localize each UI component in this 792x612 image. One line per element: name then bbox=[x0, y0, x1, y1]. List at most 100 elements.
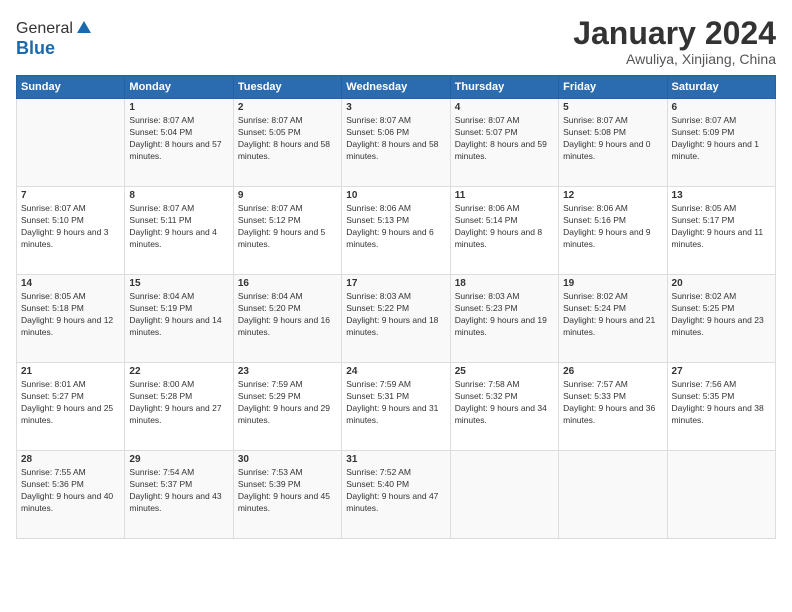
calendar-cell: 5Sunrise: 8:07 AMSunset: 5:08 PMDaylight… bbox=[559, 99, 667, 187]
week-row-4: 21 Sunrise: 8:01 AMSunset: 5:27 PMDayligh… bbox=[17, 363, 776, 451]
day-number: 9 bbox=[238, 190, 337, 201]
month-title: January 2024 bbox=[573, 16, 776, 51]
week-row-5: 28Sunrise: 7:55 AMSunset: 5:36 PMDayligh… bbox=[17, 451, 776, 539]
logo-icon bbox=[75, 19, 93, 37]
calendar-table: SundayMondayTuesdayWednesdayThursdayFrid… bbox=[16, 75, 776, 539]
weekday-header-friday: Friday bbox=[559, 76, 667, 99]
calendar-cell: 12Sunrise: 8:06 AMSunset: 5:16 PMDayligh… bbox=[559, 187, 667, 275]
day-info: Sunrise: 7:53 AMSunset: 5:39 PMDaylight:… bbox=[238, 467, 337, 515]
day-number: 11 bbox=[455, 190, 554, 201]
logo-general-text: General bbox=[16, 20, 73, 38]
calendar-cell: 2 Sunrise: 8:07 AMSunset: 5:05 PMDaylight… bbox=[233, 99, 341, 187]
day-info: Sunrise: 8:07 AMSunset: 5:04 PMDaylight:… bbox=[129, 115, 228, 163]
calendar-cell: 25Sunrise: 7:58 AMSunset: 5:32 PMDayligh… bbox=[450, 363, 558, 451]
calendar-cell: 13 Sunrise: 8:05 AMSunset: 5:17 PMDayligh… bbox=[667, 187, 775, 275]
calendar-cell: 14 Sunrise: 8:05 AMSunset: 5:18 PMDayligh… bbox=[17, 275, 125, 363]
week-row-2: 7Sunrise: 8:07 AMSunset: 5:10 PMDaylight… bbox=[17, 187, 776, 275]
calendar-cell: 28Sunrise: 7:55 AMSunset: 5:36 PMDayligh… bbox=[17, 451, 125, 539]
calendar-cell: 21 Sunrise: 8:01 AMSunset: 5:27 PMDayligh… bbox=[17, 363, 125, 451]
week-row-3: 14 Sunrise: 8:05 AMSunset: 5:18 PMDayligh… bbox=[17, 275, 776, 363]
calendar-cell bbox=[450, 451, 558, 539]
day-number: 19 bbox=[563, 278, 662, 289]
day-info: Sunrise: 8:05 AMSunset: 5:17 PMDaylight:… bbox=[672, 203, 771, 251]
day-info: Sunrise: 8:03 AMSunset: 5:23 PMDaylight:… bbox=[455, 291, 554, 339]
day-number: 21 bbox=[21, 366, 120, 377]
calendar-cell: 11 Sunrise: 8:06 AMSunset: 5:14 PMDayligh… bbox=[450, 187, 558, 275]
day-info: Sunrise: 7:58 AMSunset: 5:32 PMDaylight:… bbox=[455, 379, 554, 427]
day-number: 10 bbox=[346, 190, 445, 201]
calendar-cell: 20Sunrise: 8:02 AMSunset: 5:25 PMDayligh… bbox=[667, 275, 775, 363]
day-info: Sunrise: 8:07 AMSunset: 5:05 PMDaylight:… bbox=[238, 115, 337, 163]
day-number: 15 bbox=[129, 278, 228, 289]
day-info: Sunrise: 8:07 AMSunset: 5:06 PMDaylight:… bbox=[346, 115, 445, 163]
day-info: Sunrise: 8:07 AMSunset: 5:07 PMDaylight:… bbox=[455, 115, 554, 163]
weekday-header-saturday: Saturday bbox=[667, 76, 775, 99]
day-info: Sunrise: 8:01 AMSunset: 5:27 PMDaylight:… bbox=[21, 379, 120, 427]
calendar-cell: 26 Sunrise: 7:57 AMSunset: 5:33 PMDayligh… bbox=[559, 363, 667, 451]
calendar-cell: 16 Sunrise: 8:04 AMSunset: 5:20 PMDayligh… bbox=[233, 275, 341, 363]
calendar-cell bbox=[17, 99, 125, 187]
day-number: 29 bbox=[129, 454, 228, 465]
calendar-cell: 7Sunrise: 8:07 AMSunset: 5:10 PMDaylight… bbox=[17, 187, 125, 275]
calendar-cell: 3 Sunrise: 8:07 AMSunset: 5:06 PMDaylight… bbox=[342, 99, 450, 187]
day-number: 27 bbox=[672, 366, 771, 377]
day-info: Sunrise: 8:03 AMSunset: 5:22 PMDaylight:… bbox=[346, 291, 445, 339]
day-number: 20 bbox=[672, 278, 771, 289]
weekday-header-tuesday: Tuesday bbox=[233, 76, 341, 99]
day-info: Sunrise: 7:57 AMSunset: 5:33 PMDaylight:… bbox=[563, 379, 662, 427]
day-info: Sunrise: 8:04 AMSunset: 5:20 PMDaylight:… bbox=[238, 291, 337, 339]
day-number: 2 bbox=[238, 102, 337, 113]
calendar-cell: 22 Sunrise: 8:00 AMSunset: 5:28 PMDayligh… bbox=[125, 363, 233, 451]
calendar-cell: 24Sunrise: 7:59 AMSunset: 5:31 PMDayligh… bbox=[342, 363, 450, 451]
day-number: 13 bbox=[672, 190, 771, 201]
day-number: 26 bbox=[563, 366, 662, 377]
weekday-header-sunday: Sunday bbox=[17, 76, 125, 99]
day-info: Sunrise: 7:54 AMSunset: 5:37 PMDaylight:… bbox=[129, 467, 228, 515]
day-number: 8 bbox=[129, 190, 228, 201]
day-number: 18 bbox=[455, 278, 554, 289]
calendar-cell: 1 Sunrise: 8:07 AMSunset: 5:04 PMDaylight… bbox=[125, 99, 233, 187]
logo-blue-text: Blue bbox=[16, 38, 55, 58]
day-info: Sunrise: 7:59 AMSunset: 5:29 PMDaylight:… bbox=[238, 379, 337, 427]
day-info: Sunrise: 8:04 AMSunset: 5:19 PMDaylight:… bbox=[129, 291, 228, 339]
calendar-cell: 27Sunrise: 7:56 AMSunset: 5:35 PMDayligh… bbox=[667, 363, 775, 451]
day-info: Sunrise: 8:00 AMSunset: 5:28 PMDaylight:… bbox=[129, 379, 228, 427]
day-info: Sunrise: 8:07 AMSunset: 5:10 PMDaylight:… bbox=[21, 203, 120, 251]
day-number: 12 bbox=[563, 190, 662, 201]
calendar-cell: 15 Sunrise: 8:04 AMSunset: 5:19 PMDayligh… bbox=[125, 275, 233, 363]
day-number: 28 bbox=[21, 454, 120, 465]
calendar-cell bbox=[559, 451, 667, 539]
day-number: 3 bbox=[346, 102, 445, 113]
day-info: Sunrise: 8:05 AMSunset: 5:18 PMDaylight:… bbox=[21, 291, 120, 339]
logo: General Blue bbox=[16, 20, 93, 59]
day-number: 16 bbox=[238, 278, 337, 289]
day-number: 4 bbox=[455, 102, 554, 113]
day-number: 14 bbox=[21, 278, 120, 289]
calendar-cell: 4 Sunrise: 8:07 AMSunset: 5:07 PMDaylight… bbox=[450, 99, 558, 187]
day-number: 31 bbox=[346, 454, 445, 465]
calendar-cell: 30Sunrise: 7:53 AMSunset: 5:39 PMDayligh… bbox=[233, 451, 341, 539]
day-info: Sunrise: 8:06 AMSunset: 5:13 PMDaylight:… bbox=[346, 203, 445, 251]
day-info: Sunrise: 8:07 AMSunset: 5:12 PMDaylight:… bbox=[238, 203, 337, 251]
day-info: Sunrise: 7:59 AMSunset: 5:31 PMDaylight:… bbox=[346, 379, 445, 427]
calendar-cell: 29 Sunrise: 7:54 AMSunset: 5:37 PMDayligh… bbox=[125, 451, 233, 539]
day-number: 23 bbox=[238, 366, 337, 377]
page: General Blue January 2024 Awuliya, Xinji… bbox=[0, 0, 792, 612]
day-number: 5 bbox=[563, 102, 662, 113]
title-section: January 2024 Awuliya, Xinjiang, China bbox=[573, 16, 776, 67]
calendar-cell bbox=[667, 451, 775, 539]
calendar-cell: 6Sunrise: 8:07 AMSunset: 5:09 PMDaylight… bbox=[667, 99, 775, 187]
day-info: Sunrise: 8:06 AMSunset: 5:14 PMDaylight:… bbox=[455, 203, 554, 251]
day-info: Sunrise: 7:52 AMSunset: 5:40 PMDaylight:… bbox=[346, 467, 445, 515]
day-number: 1 bbox=[129, 102, 228, 113]
day-number: 22 bbox=[129, 366, 228, 377]
calendar-cell: 9 Sunrise: 8:07 AMSunset: 5:12 PMDaylight… bbox=[233, 187, 341, 275]
calendar-cell: 8 Sunrise: 8:07 AMSunset: 5:11 PMDaylight… bbox=[125, 187, 233, 275]
day-info: Sunrise: 8:02 AMSunset: 5:24 PMDaylight:… bbox=[563, 291, 662, 339]
day-info: Sunrise: 8:07 AMSunset: 5:11 PMDaylight:… bbox=[129, 203, 228, 251]
header: General Blue January 2024 Awuliya, Xinji… bbox=[16, 16, 776, 67]
week-row-1: 1 Sunrise: 8:07 AMSunset: 5:04 PMDaylight… bbox=[17, 99, 776, 187]
weekday-header-row: SundayMondayTuesdayWednesdayThursdayFrid… bbox=[17, 76, 776, 99]
calendar-cell: 23 Sunrise: 7:59 AMSunset: 5:29 PMDayligh… bbox=[233, 363, 341, 451]
calendar-cell: 10 Sunrise: 8:06 AMSunset: 5:13 PMDayligh… bbox=[342, 187, 450, 275]
